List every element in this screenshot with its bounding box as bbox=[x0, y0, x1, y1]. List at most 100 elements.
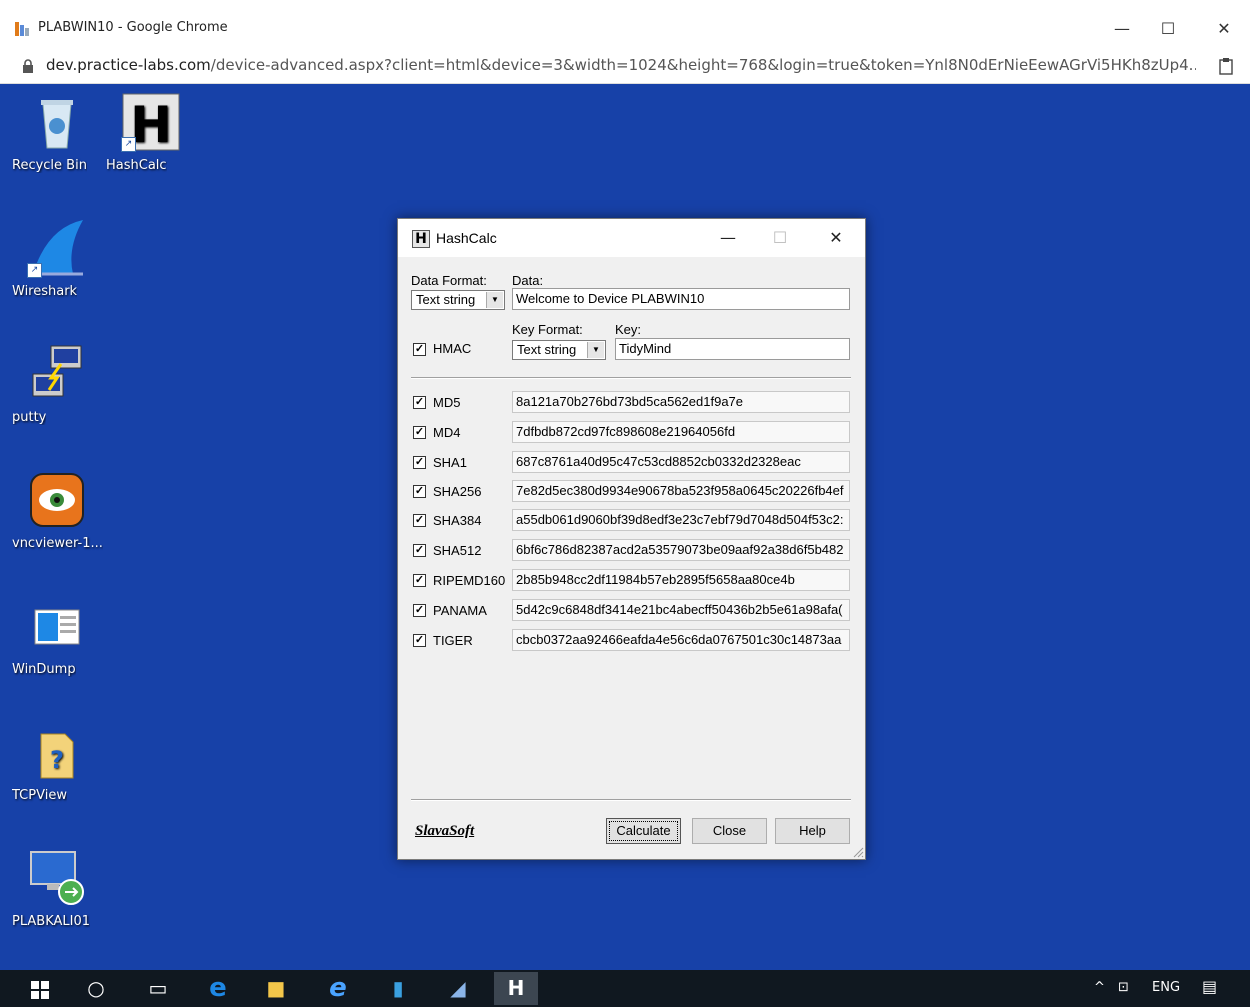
sha384-checkbox[interactable]: ✓ bbox=[413, 514, 426, 527]
edge-icon[interactable]: e bbox=[196, 972, 240, 1005]
chevron-down-icon[interactable]: ▼ bbox=[486, 292, 503, 308]
tiger-checkbox[interactable]: ✓ bbox=[413, 634, 426, 647]
maximize-button[interactable]: ☐ bbox=[1148, 16, 1188, 42]
md4-checkbox[interactable]: ✓ bbox=[413, 426, 426, 439]
data-format-select[interactable]: Text string ▼ bbox=[411, 290, 505, 310]
resize-grip-icon[interactable] bbox=[852, 846, 864, 858]
sha1-checkbox[interactable]: ✓ bbox=[413, 456, 426, 469]
ripemd160-output[interactable]: 2b85b948cc2df11984b57eb2895f5658aa80ce4b bbox=[512, 569, 850, 591]
tiger-output[interactable]: cbcb0372aa92466eafda4e56c6da0767501c30c1… bbox=[512, 629, 850, 651]
md5-output[interactable]: 8a121a70b276bd73bd5ca562ed1f9a7e bbox=[512, 391, 850, 413]
tiger-label: TIGER bbox=[433, 633, 473, 648]
md5-label: MD5 bbox=[433, 395, 461, 410]
help-button[interactable]: Help bbox=[775, 818, 850, 844]
desktop-icon-label: vncviewer-1... bbox=[12, 536, 103, 551]
desktop-icon-vncviewer[interactable]: vncviewer-1... bbox=[12, 470, 103, 551]
address-bar[interactable]: dev.practice-labs.com/device-advanced.as… bbox=[0, 48, 1250, 84]
desktop-icon-wireshark[interactable]: ↗ Wireshark bbox=[12, 218, 102, 299]
remote-desktop-icon bbox=[27, 848, 87, 908]
notifications-icon[interactable]: ▤ bbox=[1202, 977, 1217, 996]
key-format-value: Text string bbox=[517, 342, 577, 357]
window-title: PLABWIN10 - Google Chrome bbox=[38, 20, 228, 35]
sha384-label: SHA384 bbox=[433, 513, 482, 528]
hashcalc-minimize-button[interactable]: — bbox=[708, 225, 748, 251]
vncviewer-icon bbox=[27, 470, 87, 530]
svg-text:H: H bbox=[130, 96, 172, 152]
ripemd160-label: RIPEMD160 bbox=[433, 573, 506, 588]
shortcut-arrow-icon: ↗ bbox=[121, 137, 136, 152]
sha384-output[interactable]: a55db061d9060bf39d8edf3e23c7ebf79d7048d5… bbox=[512, 509, 850, 531]
url-text[interactable]: dev.practice-labs.com/device-advanced.as… bbox=[46, 56, 1196, 74]
desktop-icon-putty[interactable]: putty bbox=[12, 344, 102, 425]
minimize-button[interactable]: — bbox=[1102, 16, 1142, 42]
sha512-output[interactable]: 6bf6c786d82387acd2a53579073be09aaf92a38d… bbox=[512, 539, 850, 561]
putty-icon bbox=[27, 344, 87, 404]
server-manager-icon[interactable]: ▮ bbox=[376, 972, 420, 1005]
browser-titlebar: PLABWIN10 - Google Chrome — ☐ ✕ bbox=[0, 0, 1250, 48]
ripemd160-checkbox[interactable]: ✓ bbox=[413, 574, 426, 587]
sha256-checkbox[interactable]: ✓ bbox=[413, 485, 426, 498]
desktop-icon-tcpview[interactable]: ? TCPView bbox=[12, 722, 102, 803]
tray-chevron-icon[interactable]: ^ bbox=[1094, 980, 1105, 995]
hashcalc-titlebar: H HashCalc — ☐ ✕ bbox=[398, 219, 865, 257]
key-format-label: Key Format: bbox=[512, 322, 583, 337]
chevron-down-icon[interactable]: ▼ bbox=[587, 342, 604, 358]
shortcut-arrow-icon: ↗ bbox=[27, 263, 42, 278]
wireshark-icon: ↗ bbox=[27, 218, 87, 278]
url-path: /device-advanced.aspx?client=html&device… bbox=[210, 56, 1196, 74]
desktop-icon-label: Wireshark bbox=[12, 284, 78, 299]
desktop-icon-recycle-bin[interactable]: Recycle Bin bbox=[12, 92, 102, 173]
key-format-select[interactable]: Text string ▼ bbox=[512, 340, 606, 360]
md5-checkbox[interactable]: ✓ bbox=[413, 396, 426, 409]
hmac-label: HMAC bbox=[433, 341, 472, 356]
sha512-checkbox[interactable]: ✓ bbox=[413, 544, 426, 557]
desktop-icon-label: PLABKALI01 bbox=[12, 914, 90, 929]
md4-label: MD4 bbox=[433, 425, 461, 440]
calculate-button[interactable]: Calculate bbox=[606, 818, 681, 844]
key-input[interactable]: TidyMind bbox=[615, 338, 850, 360]
hashcalc-title: HashCalc bbox=[436, 230, 497, 246]
internet-explorer-icon[interactable]: e bbox=[316, 972, 360, 1005]
desktop-icon-label: WinDump bbox=[12, 662, 76, 677]
language-indicator[interactable]: ENG bbox=[1152, 980, 1180, 995]
sha1-label: SHA1 bbox=[433, 455, 467, 470]
desktop-icon-hashcalc[interactable]: H ↗ HashCalc bbox=[106, 92, 196, 173]
lock-icon bbox=[23, 59, 33, 73]
taskbar: ○ ▭ e ■ e ▮ ◢ H ^ ⊡ ENG ▤ bbox=[0, 970, 1250, 1007]
panama-output[interactable]: 5d42c9c6848df3414e21bc4abecff50436b2b5e6… bbox=[512, 599, 850, 621]
md4-output[interactable]: 7dfbdb872cd97fc898608e21964056fd bbox=[512, 421, 850, 443]
start-button[interactable] bbox=[18, 972, 62, 1005]
data-format-value: Text string bbox=[416, 292, 476, 307]
hashcalc-taskbar-icon[interactable]: H bbox=[494, 972, 538, 1005]
hashcalc-maximize-button: ☐ bbox=[772, 228, 788, 247]
close-button[interactable]: Close bbox=[692, 818, 767, 844]
sha256-output[interactable]: 7e82d5ec380d9934e90678ba523f958a0645c202… bbox=[512, 480, 850, 502]
clipboard-icon[interactable] bbox=[1218, 57, 1234, 75]
recycle-bin-icon bbox=[27, 92, 87, 152]
hmac-checkbox[interactable]: ✓ bbox=[413, 343, 426, 356]
hashcalc-close-button[interactable]: ✕ bbox=[816, 225, 856, 251]
data-input[interactable]: Welcome to Device PLABWIN10 bbox=[512, 288, 850, 310]
sha512-label: SHA512 bbox=[433, 543, 482, 558]
windows-logo-icon bbox=[31, 980, 49, 999]
powershell-icon[interactable]: ◢ bbox=[436, 972, 480, 1005]
panama-label: PANAMA bbox=[433, 603, 487, 618]
file-explorer-icon[interactable]: ■ bbox=[254, 972, 298, 1005]
desktop-icon-plabkali01[interactable]: PLABKALI01 bbox=[12, 848, 102, 929]
key-label: Key: bbox=[615, 322, 642, 337]
hashcalc-window: H HashCalc — ☐ ✕ Data Format: Text strin… bbox=[397, 218, 866, 860]
search-icon[interactable]: ○ bbox=[74, 972, 118, 1005]
desktop-icon-label: TCPView bbox=[12, 788, 67, 803]
task-view-icon[interactable]: ▭ bbox=[136, 972, 180, 1005]
sha1-output[interactable]: 687c8761a40d95c47c53cd8852cb0332d2328eac bbox=[512, 451, 850, 473]
tcpview-icon: ? bbox=[27, 722, 87, 782]
svg-text:?: ? bbox=[50, 746, 64, 774]
network-icon[interactable]: ⊡ bbox=[1118, 980, 1129, 995]
close-window-button[interactable]: ✕ bbox=[1204, 16, 1244, 42]
desktop-icon-label: Recycle Bin bbox=[12, 158, 87, 173]
data-format-label: Data Format: bbox=[411, 273, 487, 288]
desktop-icon-windump[interactable]: WinDump bbox=[12, 596, 102, 677]
hashcalc-title-icon: H bbox=[412, 230, 430, 248]
panama-checkbox[interactable]: ✓ bbox=[413, 604, 426, 617]
url-host: dev.practice-labs.com bbox=[46, 56, 211, 74]
